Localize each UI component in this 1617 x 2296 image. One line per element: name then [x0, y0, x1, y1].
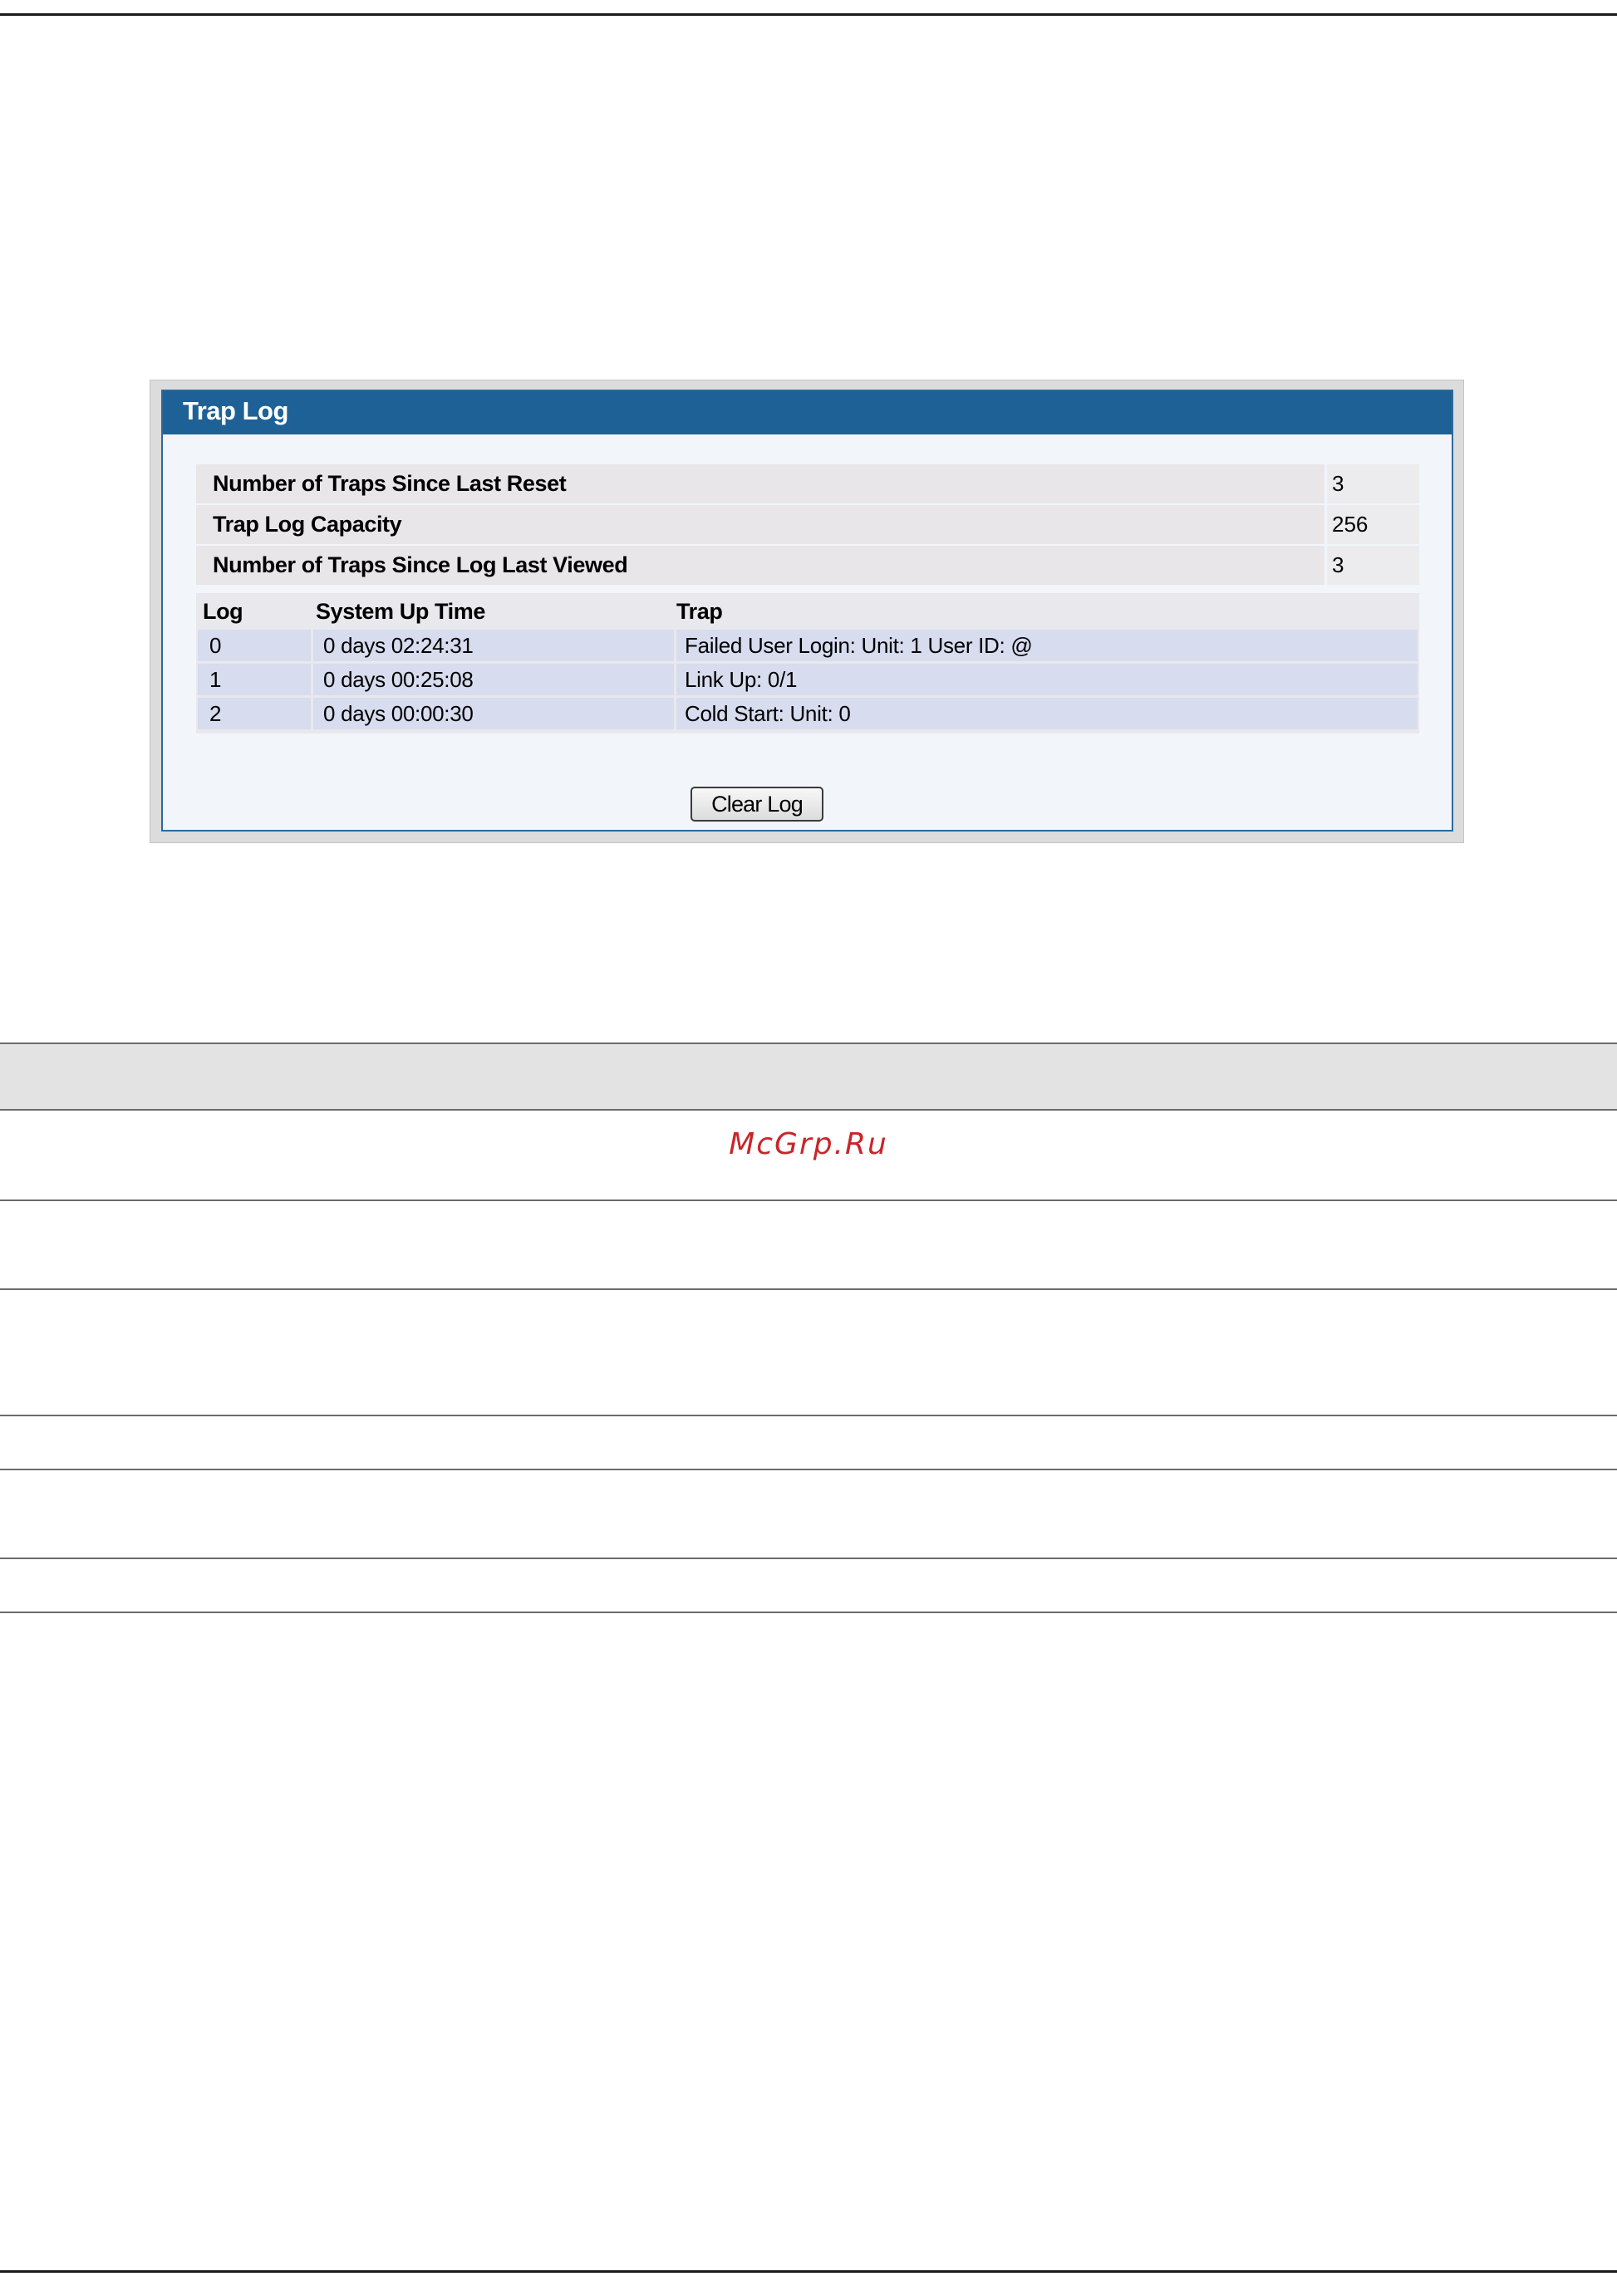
- table-header: Log System Up Time Trap: [198, 593, 1418, 630]
- summary-table: Number of Traps Since Last Reset 3 Trap …: [196, 464, 1419, 586]
- log-cell: 1: [198, 664, 311, 695]
- trap-cell: Failed User Login: Unit: 1 User ID: @: [676, 630, 1418, 661]
- summary-label: Trap Log Capacity: [196, 505, 1325, 544]
- trap-log-panel: Trap Log Number of Traps Since Last Rese…: [161, 390, 1453, 832]
- column-header-trap: Trap: [676, 599, 723, 624]
- table-divider: [0, 1200, 1617, 1201]
- table-row: 2 0 days 00:00:30 Cold Start: Unit: 0: [198, 698, 1418, 729]
- table-divider: [0, 1288, 1617, 1290]
- summary-row: Trap Log Capacity 256: [196, 505, 1419, 544]
- watermark: McGrp.Ru: [729, 1127, 888, 1161]
- summary-label: Number of Traps Since Last Reset: [196, 464, 1325, 503]
- summary-value: 256: [1327, 505, 1419, 544]
- table-row: 1 0 days 00:25:08 Link Up: 0/1: [198, 664, 1418, 695]
- log-cell: 2: [198, 698, 311, 729]
- top-rule: [0, 13, 1617, 16]
- summary-label: Number of Traps Since Log Last Viewed: [196, 546, 1325, 585]
- table-header-band: [0, 1043, 1617, 1111]
- trap-cell: Link Up: 0/1: [676, 664, 1418, 695]
- table-divider: [0, 1558, 1617, 1559]
- trap-cell: Cold Start: Unit: 0: [676, 698, 1418, 729]
- summary-value: 3: [1327, 464, 1419, 503]
- trap-log-table: Log System Up Time Trap 0 0 days 02:24:3…: [196, 593, 1419, 733]
- clear-log-button[interactable]: Clear Log: [691, 787, 823, 822]
- time-cell: 0 days 00:25:08: [313, 664, 674, 695]
- summary-row: Number of Traps Since Last Reset 3: [196, 464, 1419, 503]
- summary-value: 3: [1327, 546, 1419, 585]
- column-header-log: Log: [203, 599, 243, 624]
- bottom-rule: [0, 2270, 1617, 2273]
- table-divider: [0, 1612, 1617, 1613]
- table-divider: [0, 1415, 1617, 1416]
- table-divider: [0, 1469, 1617, 1470]
- summary-row: Number of Traps Since Log Last Viewed 3: [196, 546, 1419, 585]
- panel-title: Trap Log: [163, 391, 1452, 434]
- time-cell: 0 days 02:24:31: [313, 630, 674, 661]
- time-cell: 0 days 00:00:30: [313, 698, 674, 729]
- log-cell: 0: [198, 630, 311, 661]
- table-row: 0 0 days 02:24:31 Failed User Login: Uni…: [198, 630, 1418, 661]
- screenshot-frame: Trap Log Number of Traps Since Last Rese…: [150, 380, 1464, 843]
- column-header-system-up-time: System Up Time: [316, 599, 485, 624]
